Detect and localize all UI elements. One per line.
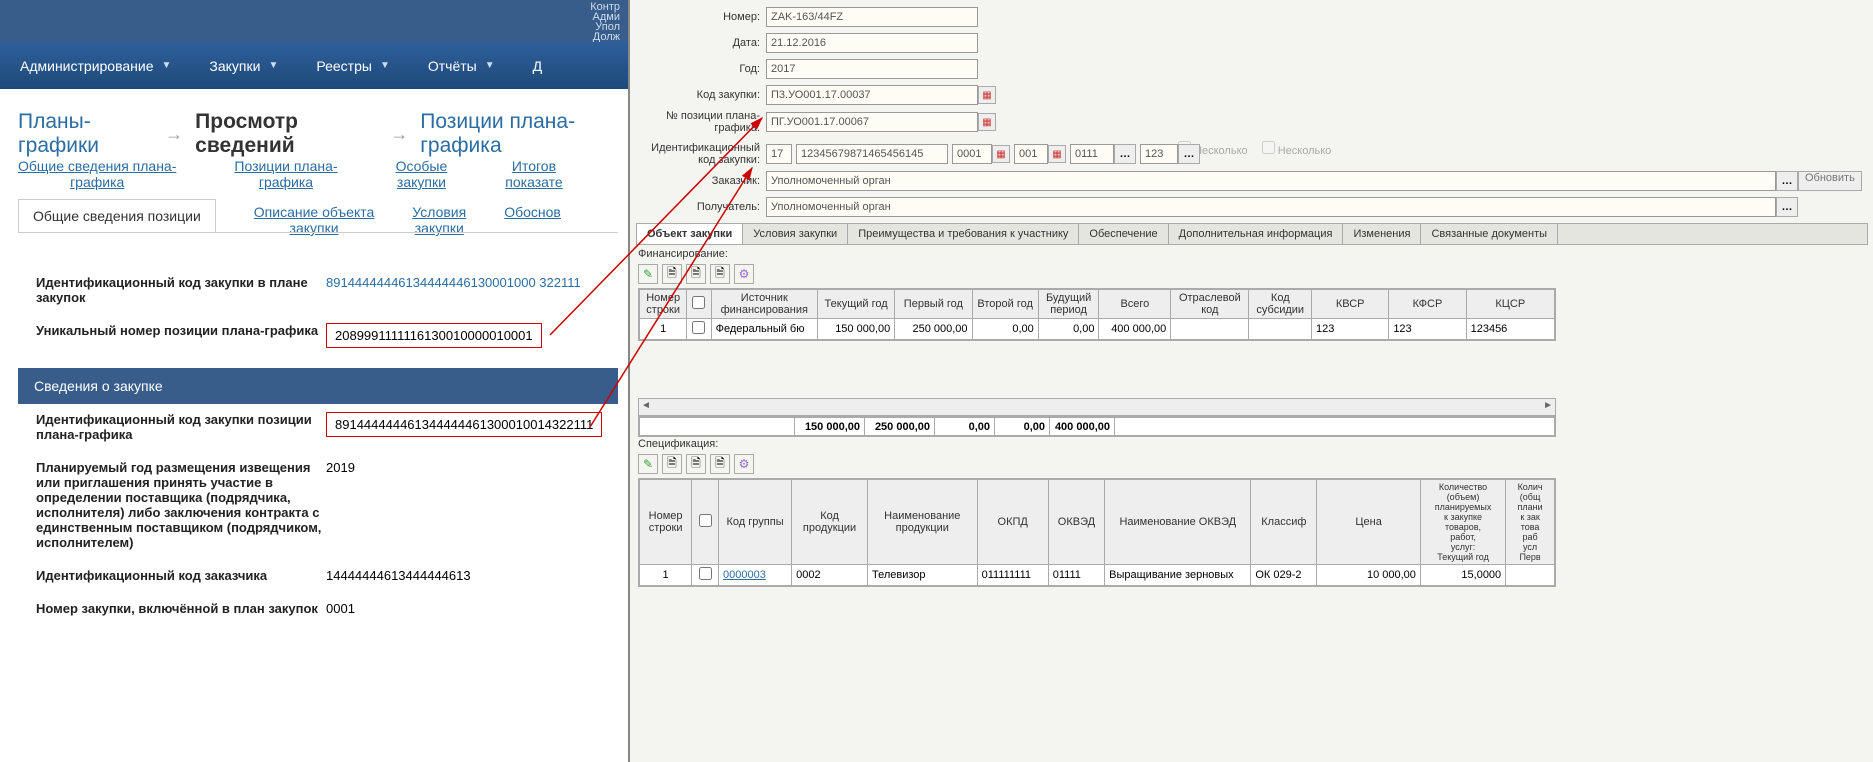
input-year[interactable] — [766, 59, 978, 79]
input-ikz-5[interactable] — [1070, 144, 1114, 164]
tab-cond[interactable]: Условия закупки — [743, 224, 848, 244]
input-date[interactable] — [766, 33, 978, 53]
input-ikz-4[interactable] — [1014, 144, 1048, 164]
input-pos[interactable] — [766, 112, 978, 132]
gear-icon[interactable]: ⚙ — [734, 264, 754, 284]
picker-pos[interactable]: ▦ — [978, 113, 996, 131]
refresh-btn[interactable]: Обновить — [1798, 171, 1862, 191]
value-purchase-num: 0001 — [326, 601, 355, 616]
financing-grid[interactable]: Номер строки Источник финансирования Тек… — [638, 288, 1556, 341]
breadcrumb: Планы-графики → Просмотр сведений → Пози… — [18, 110, 628, 158]
picker-ikz-4[interactable]: ▦ — [1048, 145, 1066, 163]
fin-check-all[interactable] — [692, 296, 705, 309]
label-ikz-plan: Идентификационный код закупки в плане за… — [36, 275, 326, 305]
tab-positions[interactable]: Позиции плана- графика — [234, 158, 337, 190]
input-ikz-3[interactable] — [952, 144, 992, 164]
spec-gear-icon[interactable]: ⚙ — [734, 454, 754, 474]
input-ikz-1[interactable] — [766, 144, 792, 164]
spec-edit-icon[interactable]: ✎ — [638, 454, 658, 474]
tab-linked[interactable]: Связанные документы — [1421, 224, 1558, 244]
tabs-row-1: Общие сведения плана- графика Позиции пл… — [18, 158, 563, 190]
fin-row-1[interactable]: 1 Федеральный бю 150 000,00250 000,000,0… — [640, 319, 1555, 340]
tab-special[interactable]: Особые закупки — [396, 158, 448, 190]
inner-tabs: Объект закупки Условия закупки Преимущес… — [636, 223, 1868, 245]
main-nav: Администрирование▼ Закупки▼ Реестры▼ Отч… — [0, 42, 628, 89]
tab-changes[interactable]: Изменения — [1343, 224, 1421, 244]
picker-ikz-3[interactable]: ▦ — [992, 145, 1010, 163]
label-unique-num: Уникальный номер позиции плана-графика — [36, 323, 326, 348]
label-ikz-position: Идентификационный код закупки позиции пл… — [36, 412, 326, 442]
label-spec: Спецификация: — [638, 438, 718, 450]
financing-totals: 150 000,00 250 000,00 0,00 0,00 400 000,… — [638, 416, 1556, 437]
value-customer-ikz: 14444444613444444613 — [326, 568, 471, 583]
header-strip: КонтрАдмиУполДолж — [0, 0, 628, 42]
nav-registries[interactable]: Реестры▼ — [316, 58, 389, 74]
dots-ikz-5[interactable]: … — [1114, 144, 1136, 164]
nav-admin[interactable]: Администрирование▼ — [20, 58, 171, 74]
label-financing: Финансирование: — [638, 248, 728, 260]
input-code[interactable] — [766, 85, 978, 105]
spec-doc3-icon[interactable]: 🗎 — [710, 454, 730, 474]
value-ikz-position: 891444444461344444461300010014322111 — [326, 412, 602, 437]
value-unique-num: 2089991111116130010000010001 — [326, 323, 542, 348]
tab-object[interactable]: Объект закупки — [637, 224, 743, 244]
spec-doc2-icon[interactable]: 🗎 — [686, 454, 706, 474]
nav-reports[interactable]: Отчёты▼ — [428, 58, 495, 74]
label-receiver: Получатель: — [640, 201, 760, 213]
tab-general-position[interactable]: Общие сведения позиции — [18, 199, 216, 232]
label-number: Номер: — [640, 11, 760, 23]
tab-general-plan[interactable]: Общие сведения плана- графика — [18, 158, 176, 190]
bc-view: Просмотр сведений — [195, 110, 378, 158]
tab-justification[interactable]: Обоснов — [504, 204, 561, 220]
label-ikz: Идентификационный код закупки: — [640, 142, 760, 166]
label-customer: Заказчик: — [640, 175, 760, 187]
input-customer[interactable] — [766, 171, 1776, 191]
dots-customer[interactable]: … — [1776, 171, 1798, 191]
spec-grid[interactable]: Номер строки Код группы Код продукции На… — [638, 478, 1556, 587]
doc3-icon[interactable]: 🗎 — [710, 264, 730, 284]
label-customer-ikz: Идентификационный код заказчика — [36, 568, 326, 583]
chk-several-2[interactable]: Несколько — [1262, 141, 1332, 157]
dots-receiver[interactable]: … — [1776, 197, 1798, 217]
dots-ikz-6[interactable]: … — [1178, 144, 1200, 164]
bc-positions[interactable]: Позиции плана-графика — [420, 110, 628, 158]
value-ikz-plan[interactable]: 89144444446134444446130001000 322111 — [326, 275, 581, 305]
bc-plans[interactable]: Планы-графики — [18, 110, 153, 158]
label-purchase-num: Номер закупки, включённой в план закупок — [36, 601, 326, 616]
nav-more[interactable]: Д — [533, 58, 542, 74]
spec-check-all[interactable] — [699, 514, 712, 527]
label-year: Год: — [640, 63, 760, 75]
input-number[interactable] — [766, 7, 978, 27]
tab-security[interactable]: Обеспечение — [1079, 224, 1168, 244]
doc2-icon[interactable]: 🗎 — [686, 264, 706, 284]
tab-addinfo[interactable]: Дополнительная информация — [1169, 224, 1344, 244]
label-date: Дата: — [640, 37, 760, 49]
section-purchase-info: Сведения о закупке — [18, 368, 618, 404]
tab-adv[interactable]: Преимущества и требования к участнику — [848, 224, 1079, 244]
value-planned-year: 2019 — [326, 460, 355, 550]
label-code: Код закупки: — [640, 89, 760, 101]
spec-doc1-icon[interactable]: 🗎 — [662, 454, 682, 474]
label-planned-year: Планируемый год размещения извещения или… — [36, 460, 326, 550]
input-receiver[interactable] — [766, 197, 1776, 217]
spec-row-1[interactable]: 1 0000003 0002 Телевизор 011111111 01111… — [640, 565, 1555, 586]
label-pos: № позиции плана-графика: — [640, 110, 760, 134]
edit-icon[interactable]: ✎ — [638, 264, 658, 284]
nav-purchases[interactable]: Закупки▼ — [209, 58, 278, 74]
picker-code[interactable]: ▦ — [978, 86, 996, 104]
input-ikz-6[interactable] — [1140, 144, 1178, 164]
tab-totals[interactable]: Итогов показате — [505, 158, 562, 190]
fin-scrollbar[interactable] — [638, 398, 1556, 416]
input-ikz-2[interactable] — [796, 144, 948, 164]
doc1-icon[interactable]: 🗎 — [662, 264, 682, 284]
